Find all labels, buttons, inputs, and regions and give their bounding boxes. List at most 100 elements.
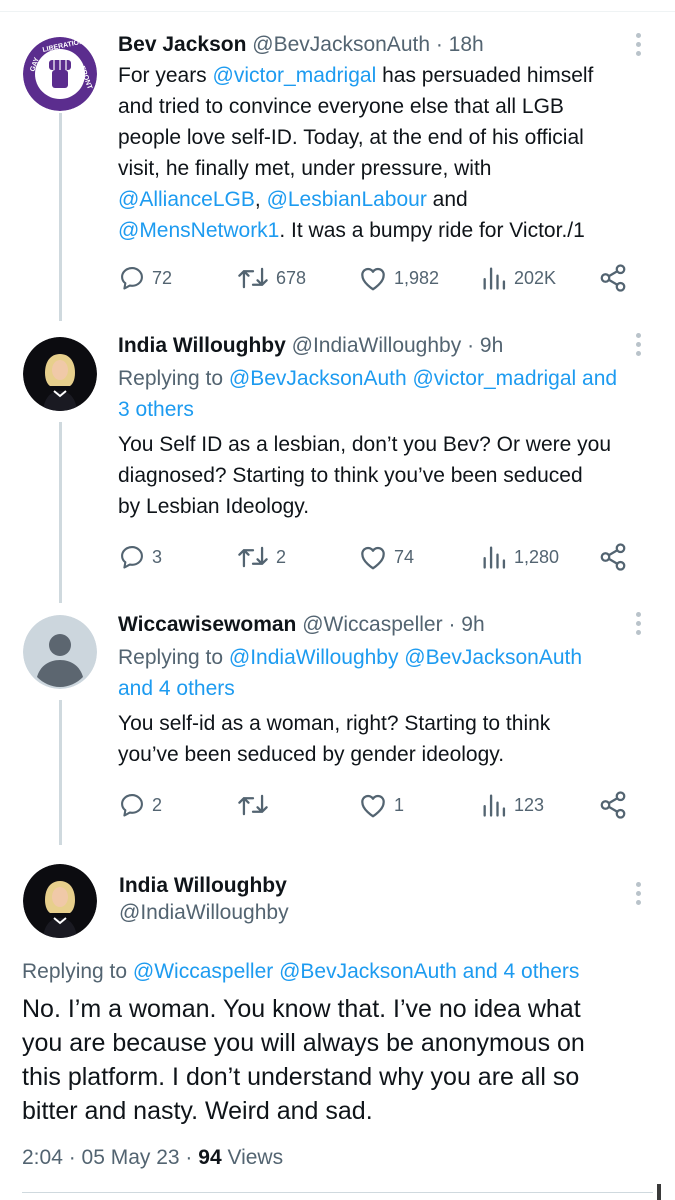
body-line: You Self ID as a lesbian, don’t you Bev?… xyxy=(118,429,611,460)
body-text: , xyxy=(254,188,267,211)
tweet-time[interactable]: · 18h xyxy=(436,33,484,56)
body-text: For years xyxy=(118,64,213,87)
author-name[interactable]: India Willoughby xyxy=(119,874,287,897)
body-text: You self-id as a woman, right? Starting … xyxy=(118,712,551,735)
main-tweet-body: No. I’m a woman. You know that. I’ve no … xyxy=(22,992,585,1128)
body-text: people love self-ID. Today, at the end o… xyxy=(118,126,584,149)
retweet-icon xyxy=(238,794,268,816)
action-bar: 2 1 123 xyxy=(118,788,638,822)
body-text: and xyxy=(426,188,468,211)
replying-link[interactable]: @Wiccaspeller @BevJacksonAuth and 4 othe… xyxy=(133,960,580,983)
body-text: diagnosed? Starting to think you’ve been… xyxy=(118,464,583,487)
time-date[interactable]: 2:04 · 05 May 23 · xyxy=(22,1146,198,1169)
like-button[interactable]: 74 xyxy=(358,540,414,574)
reply-button[interactable]: 72 xyxy=(118,261,172,295)
more-options-icon[interactable] xyxy=(634,882,642,905)
share-button[interactable] xyxy=(598,788,628,822)
heart-icon xyxy=(361,794,385,818)
tweet-body: For years @victor_madrigal has persuaded… xyxy=(118,60,593,246)
main-tweet-name[interactable]: India Willoughby xyxy=(119,874,287,898)
replying-to: Replying to @IndiaWilloughby @BevJackson… xyxy=(118,642,582,704)
replying-to: Replying to @Wiccaspeller @BevJacksonAut… xyxy=(22,956,579,987)
reply-icon xyxy=(121,794,143,817)
tweet-time[interactable]: · 9h xyxy=(467,334,503,357)
action-bar: 72 678 1,982 202K xyxy=(118,261,638,295)
avatar-glf[interactable]: GAY LIBERATION FRONT xyxy=(23,37,97,111)
body-text: . It was a bumpy ride for Victor./1 xyxy=(279,219,585,242)
reply-count: 2 xyxy=(152,794,163,815)
author-handle[interactable]: @IndiaWilloughby xyxy=(119,901,289,924)
author-name[interactable]: Wiccawisewoman xyxy=(118,613,296,636)
body-line: @MensNetwork1. It was a bumpy ride for V… xyxy=(118,215,593,246)
body-text: by Lesbian Ideology. xyxy=(118,495,310,518)
retweet-icon xyxy=(238,267,268,289)
tweet-header: India Willoughby @IndiaWilloughby · 9h xyxy=(118,334,503,358)
replying-prefix: Replying to xyxy=(118,367,229,390)
more-options-icon[interactable] xyxy=(634,333,642,356)
avatar-default[interactable] xyxy=(23,615,97,689)
author-handle[interactable]: @BevJacksonAuth xyxy=(252,33,430,56)
avatar-india[interactable] xyxy=(23,337,97,411)
reply-button[interactable]: 3 xyxy=(118,540,162,574)
like-count: 1,982 xyxy=(394,267,440,288)
main-body-line: this platform. I don’t understand why yo… xyxy=(22,1063,580,1091)
tweet-body: You Self ID as a lesbian, don’t you Bev?… xyxy=(118,429,611,522)
mention-link[interactable]: @LesbianLabour xyxy=(267,188,427,211)
views-button[interactable]: 123 xyxy=(480,788,544,822)
views-count: 1,280 xyxy=(514,546,560,567)
more-options-icon[interactable] xyxy=(634,33,642,56)
replying-to: Replying to @BevJacksonAuth @victor_madr… xyxy=(118,363,617,425)
share-icon xyxy=(600,543,626,571)
views-count: 94 xyxy=(198,1146,222,1169)
share-button[interactable] xyxy=(598,261,628,295)
tweet-time[interactable]: · 9h xyxy=(448,613,484,636)
body-line: and tried to convince everyone else that… xyxy=(118,91,593,122)
scrollbar-thumb[interactable] xyxy=(657,1184,661,1200)
main-body-line: bitter and nasty. Weird and sad. xyxy=(22,1097,373,1125)
action-bar: 3 2 74 1,280 xyxy=(118,540,638,574)
retweet-count: 678 xyxy=(276,267,307,288)
body-line: visit, he finally met, under pressure, w… xyxy=(118,153,593,184)
replying-link[interactable]: @BevJacksonAuth @victor_madrigal and xyxy=(229,367,617,390)
retweet-button[interactable] xyxy=(236,788,276,822)
replying-link-others[interactable]: and 4 others xyxy=(118,677,235,700)
views-count: 123 xyxy=(514,794,545,815)
like-button[interactable]: 1,982 xyxy=(358,261,439,295)
body-line: @AllianceLGB, @LesbianLabour and xyxy=(118,184,593,215)
like-button[interactable]: 1 xyxy=(358,788,404,822)
mention-link[interactable]: @AllianceLGB xyxy=(118,188,255,211)
main-tweet-handle[interactable]: @IndiaWilloughby xyxy=(119,901,289,925)
avatar-india[interactable] xyxy=(23,864,97,938)
body-line: You self-id as a woman, right? Starting … xyxy=(118,708,550,739)
share-button[interactable] xyxy=(598,540,628,574)
views-button[interactable]: 1,280 xyxy=(480,540,559,574)
body-text: has persuaded himself xyxy=(376,64,594,87)
top-divider xyxy=(0,0,675,12)
like-count: 1 xyxy=(394,794,405,815)
author-name[interactable]: Bev Jackson xyxy=(118,33,246,56)
retweet-button[interactable]: 678 xyxy=(236,261,306,295)
author-handle[interactable]: @Wiccaspeller xyxy=(302,613,442,636)
mention-link[interactable]: @MensNetwork1 xyxy=(118,219,279,242)
views-icon xyxy=(483,267,506,290)
reply-button[interactable]: 2 xyxy=(118,788,162,822)
author-name[interactable]: India Willoughby xyxy=(118,334,286,357)
more-options-icon[interactable] xyxy=(634,612,642,635)
reply-count: 3 xyxy=(152,546,163,567)
retweet-button[interactable]: 2 xyxy=(236,540,286,574)
heart-icon xyxy=(361,267,385,291)
replying-link-others[interactable]: 3 others xyxy=(118,398,194,421)
heart-icon xyxy=(361,546,385,570)
reply-count: 72 xyxy=(152,267,173,288)
body-line: you’ve been seduced by gender ideology. xyxy=(118,739,550,770)
body-line: by Lesbian Ideology. xyxy=(118,491,611,522)
replying-link[interactable]: @IndiaWilloughby @BevJacksonAuth xyxy=(229,646,582,669)
mention-link[interactable]: @victor_madrigal xyxy=(213,64,377,87)
tweet-header: Bev Jackson @BevJacksonAuth · 18h xyxy=(118,33,484,57)
body-line: For years @victor_madrigal has persuaded… xyxy=(118,60,593,91)
views-button[interactable]: 202K xyxy=(480,261,556,295)
views-count: 202K xyxy=(514,267,557,288)
author-handle[interactable]: @IndiaWilloughby xyxy=(292,334,462,357)
views-icon xyxy=(483,546,506,569)
thread-line xyxy=(59,700,62,845)
